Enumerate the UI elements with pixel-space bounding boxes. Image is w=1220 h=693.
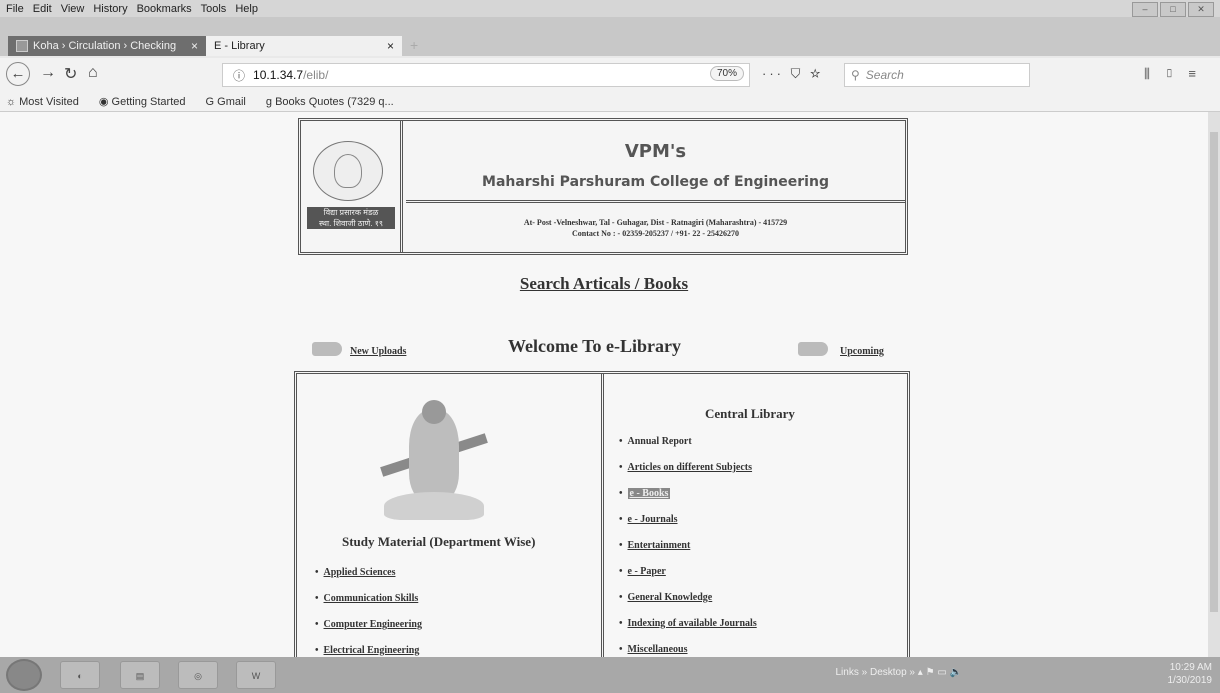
menu-edit[interactable]: Edit (33, 3, 52, 15)
tab-elibrary[interactable]: E - Library × (206, 36, 402, 56)
site-info-icon[interactable]: ⓘ (233, 67, 245, 84)
list-item[interactable]: Indexing of available Journals (619, 618, 757, 644)
library-icon[interactable]: ⫼ (1144, 66, 1164, 81)
college-header: विद्या प्रसारक मंडळ स्था. शिवाजी ठाणे. १… (298, 118, 908, 255)
list-item: Annual Report (619, 436, 757, 462)
welcome-row: New Uploads Welcome To e-Library Upcomin… (300, 334, 900, 364)
list-item[interactable]: Computer Engineering (315, 619, 422, 645)
url-bar[interactable]: ⓘ 10.1.34.7 /elib/ (222, 63, 750, 87)
list-item[interactable]: e - Books (619, 488, 757, 514)
navigation-bar: ← → ↻ ⌂ ⓘ 10.1.34.7 /elib/ 70% ··· ⛉ ☆ ⚲… (0, 58, 1220, 92)
central-library-list: Annual Report Articles on different Subj… (619, 436, 757, 657)
list-item[interactable]: e - Journals (619, 514, 757, 540)
tab-elibrary-close-icon[interactable]: × (387, 39, 394, 53)
menu-bookmarks[interactable]: Bookmarks (137, 3, 192, 15)
tab-koha[interactable]: Koha › Circulation › Checking × (8, 36, 206, 56)
home-icon[interactable]: ⌂ (88, 64, 98, 82)
college-address: At- Post -Velneshwar, Tal - Guhagar, Dis… (523, 218, 788, 227)
firefox-taskbar-icon[interactable]: ◐ (60, 661, 100, 689)
menu-help[interactable]: Help (235, 3, 258, 15)
menu-tools[interactable]: Tools (201, 3, 227, 15)
search-icon: ⚲ (851, 68, 860, 82)
menu-view[interactable]: View (61, 3, 85, 15)
scrollbar-thumb[interactable] (1210, 132, 1218, 612)
library-sections: Study Material (Department Wise) Applied… (294, 371, 910, 657)
menu-bar: File Edit View History Bookmarks Tools H… (0, 0, 1220, 17)
new-tab-icon[interactable]: + (410, 37, 418, 53)
explorer-taskbar-icon[interactable]: ▤ (120, 661, 160, 689)
page-actions-icon[interactable]: ··· ⛉ ☆ (762, 66, 823, 82)
taskbar: ◐ ▤ ◎ W Links » Desktop » ▴ ⚑ ▭ 🔈 10:29 … (0, 657, 1220, 693)
close-window-button[interactable]: ✕ (1188, 2, 1214, 17)
search-placeholder: Search (865, 68, 904, 82)
logo-cell: विद्या प्रसारक मंडळ स्था. शिवाजी ठाणे. १… (301, 121, 403, 252)
list-item[interactable]: e - Paper (619, 566, 757, 592)
study-material-title: Study Material (Department Wise) (342, 534, 536, 549)
word-taskbar-icon[interactable]: W (236, 661, 276, 689)
zoom-badge[interactable]: 70% (710, 66, 745, 81)
tray-toolbars[interactable]: Links » Desktop » ▴ ⚑ ▭ 🔈 (835, 667, 962, 678)
list-item[interactable]: Miscellaneous (619, 644, 757, 657)
window-controls: – □ ✕ (1130, 2, 1214, 17)
vpm-title: VPM's (624, 141, 687, 162)
upcoming-link[interactable]: Upcoming (840, 346, 884, 357)
sidebar-icon[interactable]: ▯ (1164, 66, 1188, 81)
tab-koha-title: Koha › Circulation › Checking (33, 40, 177, 52)
url-host: 10.1.34.7 (253, 68, 304, 82)
reload-icon[interactable]: ↻ (64, 64, 77, 84)
maximize-button[interactable]: □ (1160, 2, 1186, 17)
page-scrollbar[interactable] (1208, 112, 1220, 657)
pointing-hand-icon (798, 342, 828, 356)
welcome-heading: Welcome To e-Library (508, 336, 681, 356)
list-item[interactable]: Entertainment (619, 540, 757, 566)
tab-bar: Koha › Circulation › Checking × E - Libr… (0, 17, 1220, 56)
saraswati-image (379, 400, 489, 524)
bookmark-most-visited[interactable]: ☼ Most Visited (6, 96, 89, 108)
list-item[interactable]: Applied Sciences (315, 567, 422, 593)
menu-icon[interactable]: ≡ (1188, 66, 1210, 81)
koha-favicon-icon (16, 40, 28, 52)
system-tray: Links » Desktop » ▴ ⚑ ▭ 🔈 10:29 AM 1/30/… (835, 661, 1213, 687)
new-uploads-link[interactable]: New Uploads (350, 346, 406, 357)
bookmark-books-quotes[interactable]: g Books Quotes (7329 q... (266, 96, 404, 108)
list-item[interactable]: Electrical Engineering (315, 645, 422, 657)
bookmark-getting-started[interactable]: ◉ Getting Started (99, 95, 196, 108)
menu-history[interactable]: History (93, 3, 127, 15)
central-library-column: Central Library Annual Report Articles o… (607, 374, 907, 657)
seal-logo: विद्या प्रसारक मंडळ स्था. शिवाजी ठाणे. १… (307, 207, 395, 229)
page-content: विद्या प्रसारक मंडळ स्था. शिवाजी ठाणे. १… (0, 112, 1208, 657)
address-cell: At- Post -Velneshwar, Tal - Guhagar, Dis… (406, 207, 905, 252)
menu-file[interactable]: File (6, 3, 24, 15)
study-material-list: Applied Sciences Communication Skills Co… (315, 567, 422, 657)
start-button[interactable] (6, 659, 42, 691)
bookmarks-bar: ☼ Most Visited ◉ Getting Started G Gmail… (0, 92, 1220, 112)
search-articles-link[interactable]: Search Articals / Books (0, 274, 1208, 294)
list-item[interactable]: Communication Skills (315, 593, 422, 619)
tab-elibrary-title: E - Library (214, 40, 265, 52)
back-icon[interactable]: ← (6, 62, 30, 86)
list-item[interactable]: Articles on different Subjects (619, 462, 757, 488)
list-item[interactable]: General Knowledge (619, 592, 757, 618)
college-emblem-icon (313, 141, 383, 201)
forward-icon[interactable]: → (40, 64, 56, 82)
clock[interactable]: 10:29 AM 1/30/2019 (1168, 661, 1213, 687)
url-path: /elib/ (303, 68, 329, 82)
tab-koha-close-icon[interactable]: × (191, 39, 198, 53)
toolbar-right-icons: ⫼▯≡ (1144, 66, 1210, 82)
study-material-column: Study Material (Department Wise) Applied… (297, 374, 604, 657)
college-name: Maharshi Parshuram College of Engineerin… (482, 174, 829, 190)
bookmark-gmail[interactable]: G Gmail (206, 96, 256, 108)
search-input[interactable]: ⚲ Search (844, 63, 1030, 87)
minimize-button[interactable]: – (1132, 2, 1158, 17)
college-contact: Contact No : - 02359-205237 / +91- 22 - … (572, 229, 739, 238)
browser-taskbar-icon[interactable]: ◎ (178, 661, 218, 689)
pointing-hand-icon (312, 342, 342, 356)
central-library-title: Central Library (705, 406, 795, 421)
title-cell: VPM's Maharshi Parshuram College of Engi… (406, 121, 905, 203)
